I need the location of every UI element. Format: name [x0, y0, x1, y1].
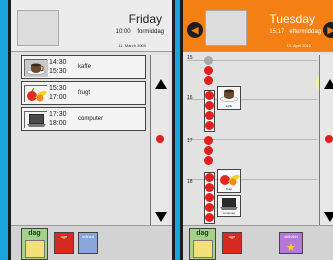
view-tabs: dag uge måned [11, 225, 172, 260]
time-dot [204, 76, 213, 85]
event-kaffe[interactable]: kaffe [217, 86, 241, 110]
scroll-up-icon[interactable] [155, 79, 167, 89]
event-computer[interactable]: computer [217, 195, 241, 217]
fruit-icon [220, 174, 240, 186]
header-image-box [17, 10, 59, 46]
hour-label: 15 [187, 55, 193, 61]
time-dot [204, 156, 213, 165]
time-dot [205, 213, 214, 222]
list-item[interactable]: 17:30 18:00 computer [21, 107, 146, 131]
hour-label: 17 [187, 138, 193, 144]
event-frugt[interactable]: frugt [217, 169, 241, 193]
laptop-icon [24, 111, 48, 129]
time-dot [204, 56, 213, 65]
time-dot [205, 193, 214, 202]
scroll-down-icon[interactable] [155, 212, 167, 222]
scroll-position-dot[interactable] [156, 135, 164, 143]
current-time: 10:00 formiddag [115, 29, 164, 35]
remaining-time-dots [204, 172, 215, 224]
time-dots [204, 136, 215, 168]
time-dot [205, 91, 214, 100]
previous-day-button[interactable]: ◀ [187, 22, 203, 38]
item-times: 17:30 18:00 [49, 111, 67, 127]
time-dot [204, 146, 213, 155]
star-icon: ★ [286, 242, 296, 254]
tab-uge[interactable]: uge [54, 232, 74, 254]
time-dot [205, 101, 214, 110]
scroll-down-icon[interactable] [324, 212, 333, 222]
header-image-box [205, 10, 247, 46]
coffee-cup-icon [24, 59, 48, 77]
coffee-cup-icon [219, 89, 239, 102]
remaining-time-dots [204, 90, 215, 132]
time-dot [205, 203, 214, 212]
time-dot [205, 183, 214, 192]
time-dot [205, 121, 214, 130]
past-time-dots [204, 56, 215, 90]
scrollbar[interactable] [319, 55, 333, 240]
day-schedule-screen-timeline: ◀ Tuesday 15:17 eftermiddag 13. April 20… [180, 0, 333, 260]
item-times: 15:30 17:00 [49, 85, 67, 101]
day-header: Friday 10:00 formiddag 11. March 2009 [11, 0, 172, 52]
day-schedule-screen-list: Friday 10:00 formiddag 11. March 2009 14… [8, 0, 175, 260]
list-item[interactable]: 14:30 15:30 kaffe [21, 55, 146, 79]
activity-list: 14:30 15:30 kaffe 15:30 17:00 frugt 17:30 1… [21, 55, 146, 133]
item-times: 14:30 15:30 [49, 59, 67, 75]
laptop-icon [220, 198, 238, 210]
tab-maned[interactable]: måned [78, 232, 98, 254]
item-label: computer [78, 116, 104, 122]
tab-dag[interactable]: dag [21, 228, 48, 260]
scrollbar[interactable] [150, 55, 168, 240]
item-label: frugt [78, 90, 91, 96]
hour-label: 16 [187, 95, 193, 101]
item-label: kaffe [78, 64, 91, 70]
time-dot [204, 66, 213, 75]
tab-uge[interactable]: uge [222, 232, 242, 254]
calendar-day-icon [193, 240, 213, 258]
calendar-day-icon [25, 240, 45, 258]
tab-aktivitet[interactable]: aktivitet ★ [279, 232, 303, 254]
time-dot [205, 111, 214, 120]
current-date: 13. April 2010 [286, 43, 311, 48]
day-header: ◀ Tuesday 15:17 eftermiddag 13. April 20… [183, 0, 333, 52]
view-tabs: dag uge aktivitet ★ [183, 225, 333, 260]
current-time: 15:17 eftermiddag [269, 29, 321, 35]
current-date: 11. March 2009 [118, 43, 147, 48]
day-name: Friday [128, 12, 162, 26]
tab-dag[interactable]: dag [189, 228, 216, 260]
time-dot [204, 136, 213, 145]
day-name: Tuesday [269, 12, 315, 26]
time-dot [205, 173, 214, 182]
hour-timeline: 15 16 17 18 kaffe frugt computer [187, 50, 317, 225]
hour-label: 18 [187, 179, 193, 185]
scroll-up-icon[interactable] [324, 79, 333, 89]
list-item[interactable]: 15:30 17:00 frugt [21, 81, 146, 105]
fruit-icon [24, 85, 48, 103]
next-day-button[interactable]: ▶ [323, 22, 333, 38]
scroll-position-dot[interactable] [325, 135, 333, 143]
